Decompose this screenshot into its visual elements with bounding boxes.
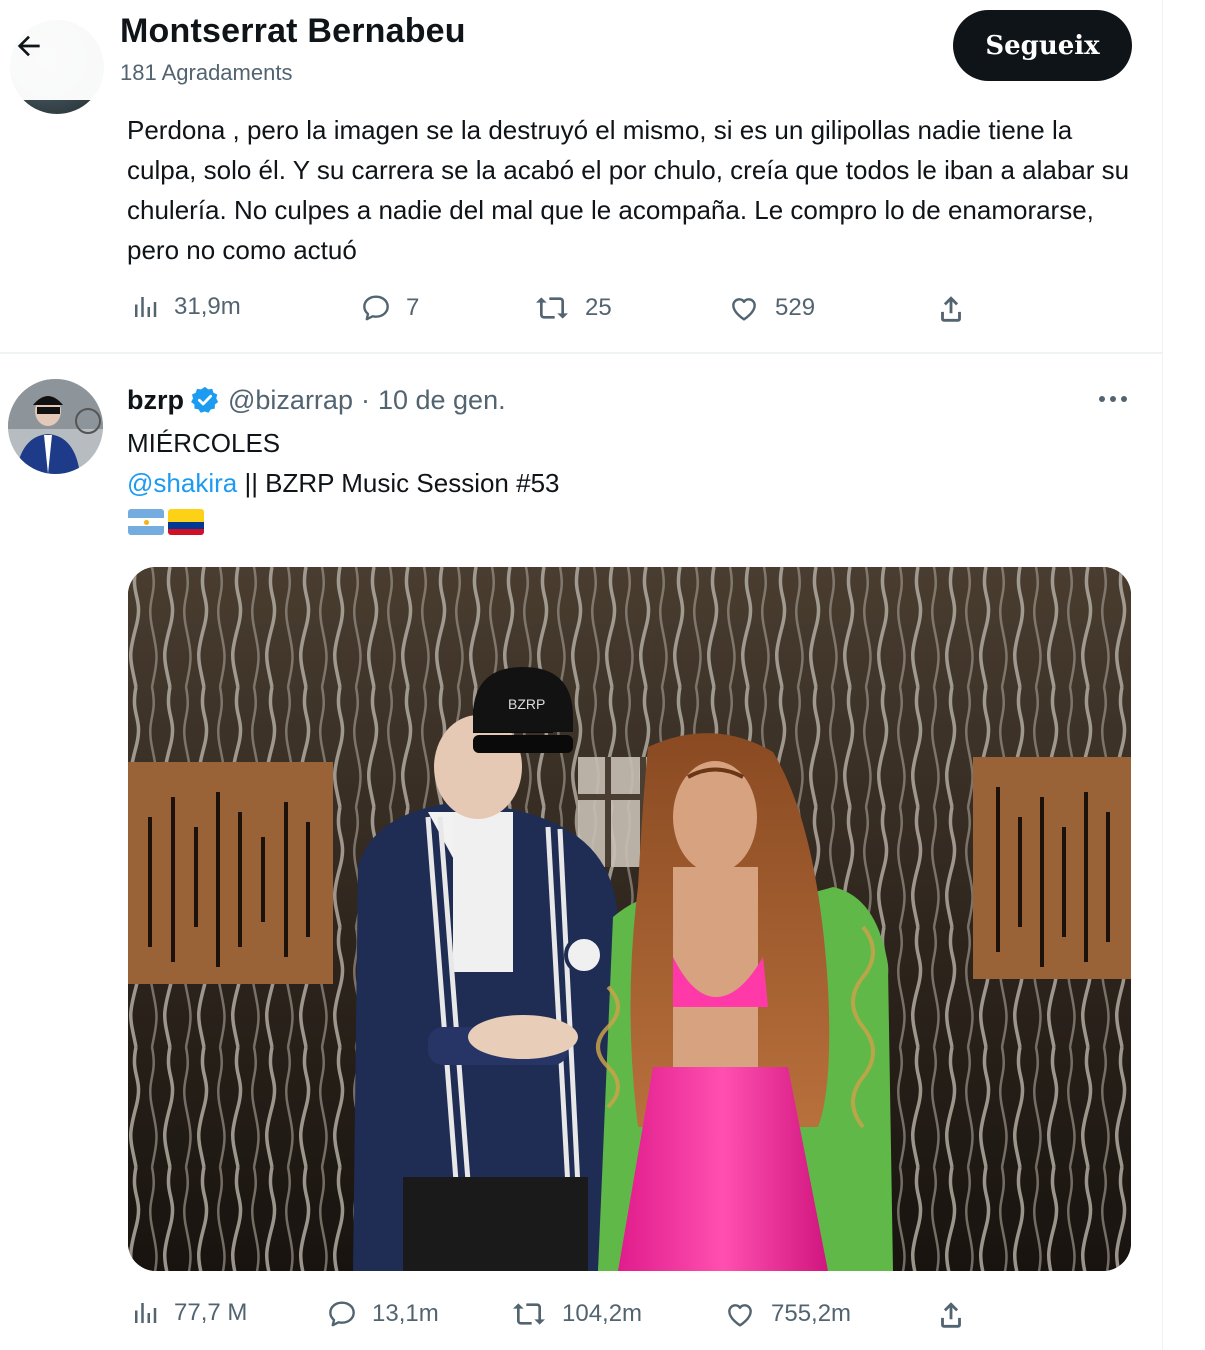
views-button[interactable]: 31,9m	[130, 292, 241, 322]
retweet-button[interactable]: 104,2m	[510, 1298, 642, 1330]
tweet-text-line: MIÉRCOLES	[127, 428, 281, 458]
verified-badge-icon	[191, 386, 219, 413]
column-border	[1162, 0, 1163, 1350]
like-icon	[732, 298, 756, 321]
back-arrow-icon	[17, 35, 40, 57]
like-count: 529	[775, 294, 816, 321]
reply-count: 13,1m	[372, 1300, 439, 1327]
tweet-divider	[0, 352, 1162, 354]
back-button[interactable]	[8, 25, 50, 67]
like-button[interactable]: 529	[727, 292, 815, 324]
like-icon	[728, 1304, 752, 1327]
more-options-button[interactable]	[1093, 384, 1133, 414]
tweet-date[interactable]: 10 de gen.	[378, 385, 506, 416]
tweet-text-line: @shakira || BZRP Music Session #53	[127, 465, 560, 501]
cap-logo-text: BZRP	[508, 696, 545, 712]
separator-dot: ·	[360, 384, 370, 415]
author-handle[interactable]: @bizarrap	[228, 385, 353, 416]
page-title: Montserrat Bernabeu	[120, 12, 466, 50]
tweet-header: bzrp @bizarrap · 10 de gen.	[127, 380, 506, 420]
reply-icon	[363, 295, 389, 321]
like-button[interactable]: 755,2m	[723, 1298, 851, 1330]
profile-header: Montserrat Bernabeu 181 Agradaments Segu…	[0, 0, 1162, 100]
reply-icon	[329, 1301, 355, 1327]
retweet-icon	[513, 1303, 545, 1325]
tweet-actions: 31,9m 7 25 529	[0, 292, 1162, 332]
views-icon	[135, 297, 157, 317]
views-count: 77,7 M	[174, 1299, 248, 1326]
likes-count-subtitle: 181 Agradaments	[120, 60, 293, 85]
retweet-count: 104,2m	[562, 1300, 643, 1327]
tweet-actions: 77,7 M 13,1m 104,2m 755,2m	[0, 1298, 1162, 1338]
share-button[interactable]	[934, 292, 968, 326]
views-count: 31,9m	[174, 293, 241, 320]
share-icon	[941, 1302, 961, 1328]
like-count: 755,2m	[771, 1300, 852, 1327]
colombia-flag	[168, 509, 204, 535]
views-button[interactable]: 77,7 M	[130, 1298, 247, 1328]
author-name[interactable]: bzrp	[127, 385, 184, 416]
more-icon	[1099, 396, 1127, 402]
tweet-text: Perdona , pero la imagen se la destruyó …	[127, 115, 1130, 265]
share-button[interactable]	[934, 1298, 968, 1332]
tweet-text-rest: || BZRP Music Session #53	[237, 468, 560, 498]
argentina-flag	[128, 509, 164, 535]
reply-button[interactable]: 7	[360, 292, 419, 324]
views-icon	[135, 1303, 157, 1323]
avatar[interactable]	[8, 379, 103, 474]
share-icon	[941, 296, 961, 322]
follow-button[interactable]: Segueix	[953, 10, 1132, 81]
reply-button[interactable]: 13,1m	[326, 1298, 439, 1330]
mention-link[interactable]: @shakira	[127, 468, 237, 498]
tweet-media-image[interactable]: BZRP	[128, 567, 1131, 1271]
retweet-icon	[536, 297, 568, 319]
reply-count: 7	[406, 294, 420, 321]
retweet-count: 25	[585, 294, 612, 321]
retweet-button[interactable]: 25	[533, 292, 612, 324]
flag-emojis	[128, 509, 204, 535]
